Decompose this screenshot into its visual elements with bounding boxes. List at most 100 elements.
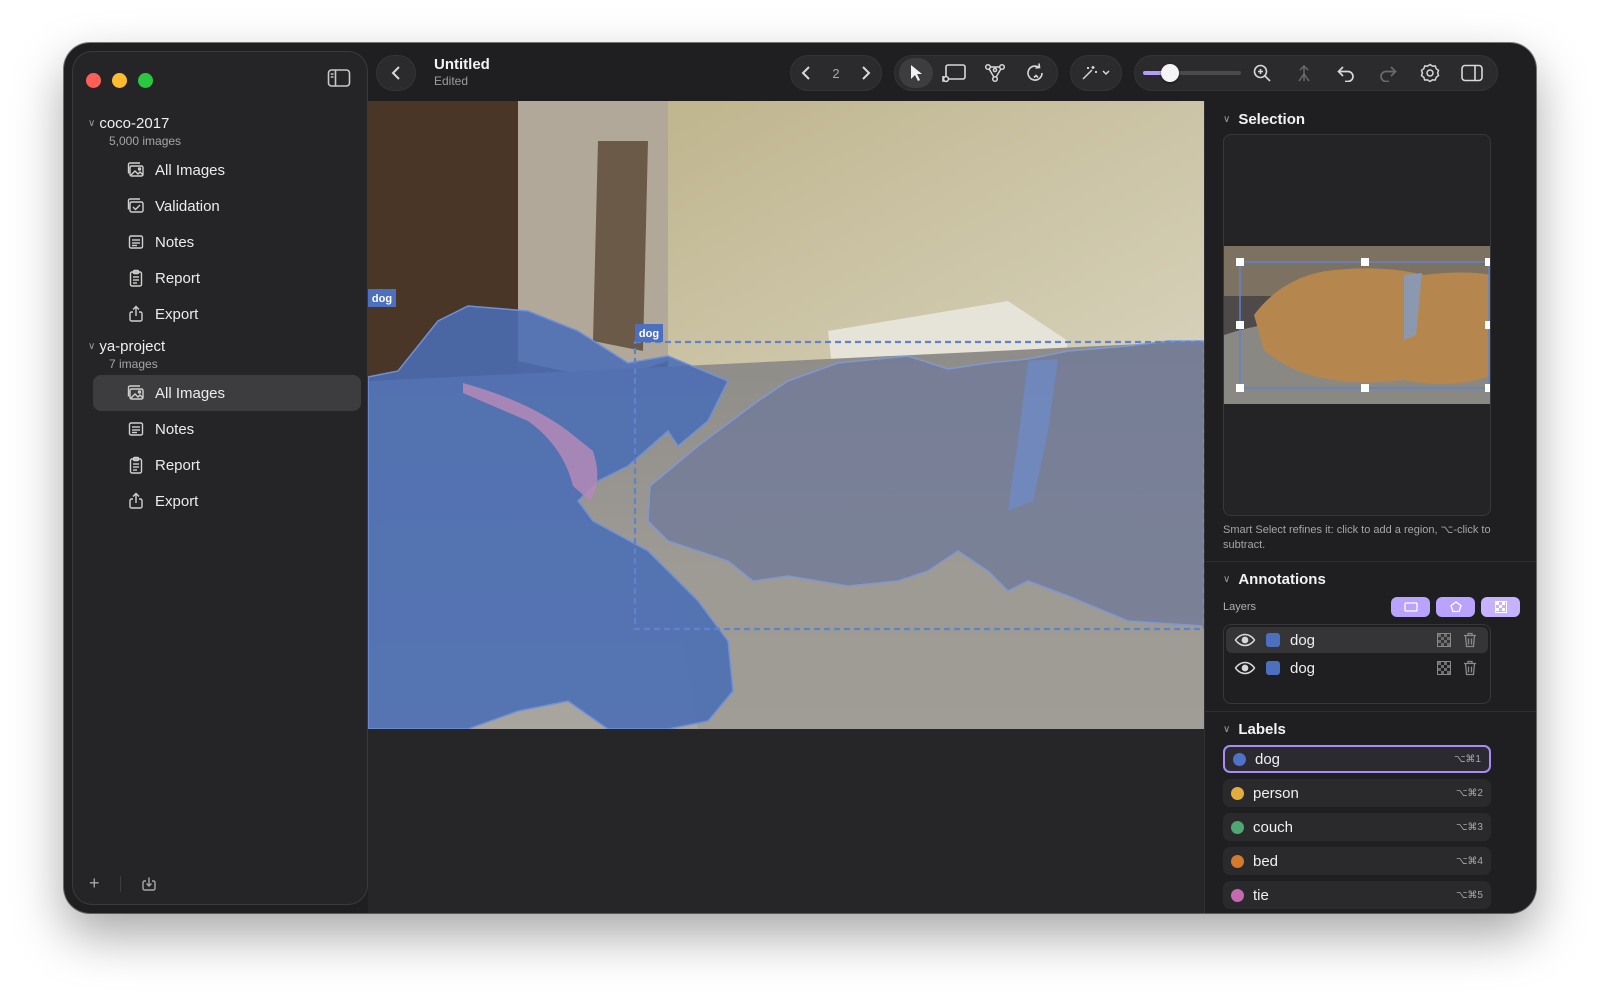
pointer-icon [911, 65, 922, 81]
annotation-tag: dog [372, 293, 392, 305]
view-controls [1134, 55, 1498, 91]
minimize-window-button[interactable] [112, 73, 127, 88]
box-select-icon [942, 64, 966, 83]
trash-icon[interactable] [1462, 632, 1478, 648]
zoom-in-button[interactable] [1241, 63, 1283, 83]
layer-filter-group [1391, 597, 1520, 617]
filter-box-button[interactable] [1391, 597, 1430, 617]
zoom-window-button[interactable] [138, 73, 153, 88]
selection-section-header[interactable]: ∨ Selection [1223, 111, 1305, 128]
inspector-toggle-button[interactable] [1451, 64, 1493, 82]
label-name: dog [1255, 750, 1281, 768]
magic-tool-menu[interactable] [1070, 55, 1122, 91]
label-shortcut: ⌥⌘1 [1453, 753, 1481, 765]
label-row-couch[interactable]: couch ⌥⌘3 [1223, 813, 1491, 841]
filter-polygon-button[interactable] [1436, 597, 1475, 617]
trash-icon[interactable] [1462, 660, 1478, 676]
sidebar-item-label: Notes [155, 420, 195, 438]
sidebar-item-report[interactable]: Report [93, 260, 361, 296]
sidebar-item-label: Validation [155, 197, 220, 215]
label-row-bed[interactable]: bed ⌥⌘4 [1223, 847, 1491, 875]
sidebar-item-all-images[interactable]: All Images [93, 152, 361, 188]
back-button[interactable] [376, 55, 416, 91]
undo-button[interactable] [1325, 64, 1367, 82]
notes-icon [128, 235, 144, 249]
lasso-tool-button[interactable] [1015, 62, 1055, 84]
layer-name: dog [1290, 659, 1316, 677]
zoom-slider[interactable] [1143, 64, 1241, 82]
merge-button[interactable] [1283, 63, 1325, 83]
polygon-tool-button[interactable] [975, 63, 1015, 83]
project-group-coco[interactable]: ∨ coco-2017 5,000 images [88, 115, 181, 148]
sidebar-item-label: All Images [155, 384, 226, 402]
rectangle-icon [1403, 602, 1418, 612]
document-status: Edited [434, 74, 469, 88]
eye-icon[interactable] [1234, 633, 1256, 647]
window-controls [86, 73, 153, 88]
layer-list: dog dog [1223, 624, 1491, 704]
merge-arrow-icon [1298, 64, 1310, 82]
project-title: ya-project [99, 338, 166, 355]
sidebar-item-label: Notes [155, 233, 195, 251]
label-name: bed [1253, 852, 1279, 870]
chevron-down-icon: ∨ [1223, 724, 1231, 735]
label-color-dot [1233, 752, 1246, 766]
page-navigator: 2 [790, 55, 882, 91]
sidebar-item-all-images-ya[interactable]: All Images [93, 375, 361, 411]
footer-divider [119, 875, 121, 892]
project-group-ya[interactable]: ∨ ya-project 7 images [88, 338, 165, 371]
sidebar-item-notes[interactable]: Notes [93, 224, 361, 260]
mask-icon[interactable] [1436, 632, 1452, 648]
box-tool-button[interactable] [933, 63, 975, 83]
sidebar-item-notes-ya[interactable]: Notes [93, 411, 361, 447]
sidebar-item-label: Export [155, 492, 199, 510]
checkerboard-icon [1494, 601, 1507, 613]
label-row-person[interactable]: person ⌥⌘2 [1223, 779, 1491, 807]
image-canvas[interactable]: dog dog [368, 101, 1204, 913]
app-window: ∨ coco-2017 5,000 images All Images Valid… [64, 43, 1536, 913]
label-name: tie [1253, 886, 1269, 904]
filter-mask-button[interactable] [1481, 597, 1520, 617]
selection-title: Selection [1238, 111, 1306, 128]
sidebar-item-export[interactable]: Export [93, 296, 361, 332]
previous-image-button[interactable] [791, 65, 821, 81]
sidebar-item-export-ya[interactable]: Export [93, 483, 361, 519]
layer-row[interactable]: dog [1226, 655, 1488, 681]
photo[interactable]: dog dog [368, 101, 1204, 729]
layer-row[interactable]: dog [1226, 627, 1488, 653]
export-icon [129, 305, 143, 322]
label-color-dot [1231, 854, 1244, 868]
label-shortcut: ⌥⌘2 [1455, 787, 1483, 799]
eye-icon[interactable] [1234, 661, 1256, 675]
sidebar-toggle-icon[interactable] [327, 68, 353, 92]
redo-button[interactable] [1367, 64, 1409, 82]
page-number: 2 [832, 65, 840, 81]
selection-thumbnail [1224, 246, 1490, 404]
mask-icon[interactable] [1436, 660, 1452, 676]
next-image-button[interactable] [851, 65, 881, 81]
annotations-section-header[interactable]: ∨ Annotations [1223, 571, 1326, 588]
magnifier-plus-icon [1253, 64, 1271, 82]
layer-name: dog [1290, 631, 1316, 649]
sidebar-item-report-ya[interactable]: Report [93, 447, 361, 483]
label-name: couch [1253, 818, 1294, 836]
report-icon [129, 269, 143, 287]
layers-label: Layers [1223, 601, 1257, 613]
sidebar-item-validation[interactable]: Validation [93, 188, 361, 224]
label-row-dog[interactable]: dog ⌥⌘1 [1223, 745, 1491, 773]
pentagon-icon [1449, 601, 1462, 613]
add-project-button[interactable]: + [89, 873, 100, 894]
label-shortcut: ⌥⌘3 [1455, 821, 1483, 833]
annotated-photo: dog dog [368, 101, 1204, 729]
labels-section-header[interactable]: ∨ Labels [1223, 721, 1286, 738]
undo-icon [1337, 66, 1354, 82]
close-window-button[interactable] [86, 73, 101, 88]
notes-icon [128, 422, 144, 436]
label-row-tie[interactable]: tie ⌥⌘5 [1223, 881, 1491, 909]
model-settings-button[interactable] [1409, 63, 1451, 83]
project-image-count: 5,000 images [109, 134, 182, 148]
import-icon[interactable] [141, 876, 157, 892]
magic-wand-icon [1071, 64, 1121, 82]
pointer-tool-button[interactable] [899, 58, 933, 88]
zoom-slider-knob[interactable] [1161, 64, 1180, 82]
